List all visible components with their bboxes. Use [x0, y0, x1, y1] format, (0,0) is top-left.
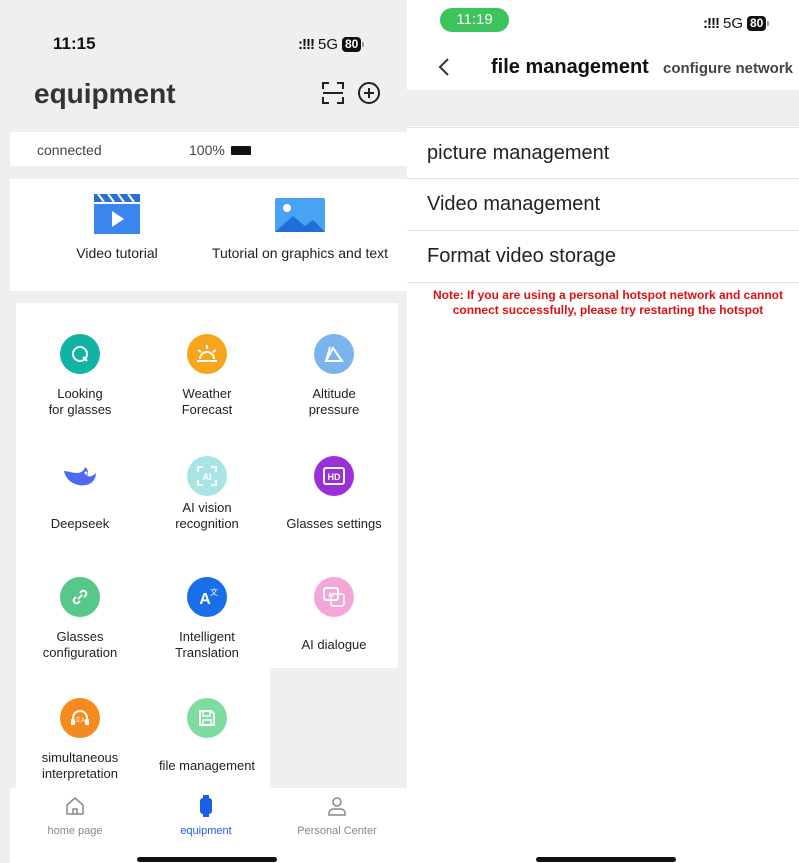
glasses-settings[interactable]: HD Glasses settings: [271, 456, 397, 532]
search-icon: [60, 334, 100, 374]
weather-forecast[interactable]: Weather Forecast: [144, 334, 270, 418]
section-spacer: [407, 90, 799, 126]
intelligent-translation-label: Intelligent Translation: [175, 629, 239, 660]
picture-management-item[interactable]: picture management: [407, 127, 799, 179]
intelligent-translation[interactable]: A文 Intelligent Translation: [144, 577, 270, 661]
page-title: file management: [491, 56, 649, 78]
file-management-screen: 11:19 :!!! 5G 80 file management configu…: [407, 0, 799, 863]
graphics-tutorial-label: Tutorial on graphics and text: [211, 245, 389, 261]
whale-icon: [60, 456, 100, 496]
file-management-label: file management: [158, 758, 256, 773]
glasses-configuration-label: Glasses configuration: [42, 629, 118, 660]
looking-for-glasses-label: Looking for glasses: [48, 386, 112, 417]
altitude-pressure-label: Altitude pressure: [308, 386, 360, 417]
svg-text:文: 文: [210, 587, 218, 597]
glasses-battery-pct: 100%: [189, 142, 225, 158]
ai-chat-icon: AI: [314, 577, 354, 617]
person-icon: [328, 797, 346, 816]
status-time: 11:15: [53, 34, 96, 53]
configure-network-button[interactable]: configure network: [663, 60, 793, 77]
add-icon[interactable]: [356, 80, 382, 106]
glasses-battery: 100%: [189, 142, 251, 158]
headset-icon: 文A: [60, 698, 100, 738]
looking-for-glasses[interactable]: Looking for glasses: [17, 334, 143, 418]
home-indicator: [137, 857, 277, 862]
tab-label: home page: [47, 825, 103, 837]
simultaneous-interpretation[interactable]: 文A simultaneous interpretation: [17, 698, 143, 782]
watch-icon: [200, 795, 212, 817]
glasses-configuration[interactable]: Glasses configuration: [17, 577, 143, 661]
ai-dialogue-label: AI dialogue: [301, 637, 367, 652]
weather-icon: [187, 334, 227, 374]
svg-text:文A: 文A: [75, 716, 85, 724]
scan-icon[interactable]: [320, 80, 346, 106]
status-time: 11:19: [440, 8, 509, 32]
svg-text:AI: AI: [328, 593, 334, 599]
menu-item-label: Video management: [427, 193, 601, 215]
status-bar: 11:19 :!!! 5G 80: [407, 0, 799, 60]
translate-icon: A文: [187, 577, 227, 617]
network-indicator: :!!! 5G 80: [298, 36, 365, 53]
battery-level: 80: [342, 37, 362, 52]
deepseek-label: Deepseek: [50, 516, 110, 531]
tab-equipment[interactable]: equipment: [141, 794, 271, 837]
network-indicator: :!!! 5G 80: [703, 15, 770, 32]
altitude-pressure[interactable]: Altitude pressure: [271, 334, 397, 418]
ai-dialogue[interactable]: AI AI dialogue: [271, 577, 397, 653]
graphics-tutorial[interactable]: Tutorial on graphics and text: [208, 192, 392, 261]
battery-level: 80: [747, 16, 767, 31]
network-type: 5G: [722, 15, 743, 32]
ai-vision-recognition[interactable]: AI AI vision recognition: [144, 456, 270, 532]
signal-icon: :!!!: [298, 36, 315, 53]
signal-icon: :!!!: [703, 15, 720, 32]
video-management-item[interactable]: Video management: [407, 179, 799, 231]
menu-item-label: picture management: [427, 142, 610, 164]
video-tutorial[interactable]: Video tutorial: [52, 192, 182, 261]
menu-item-label: Format video storage: [427, 245, 616, 267]
home-indicator: [536, 857, 676, 862]
battery-icon: 80: [747, 16, 770, 31]
equipment-screen: 11:15 :!!! 5G 80 equipment connected 100…: [0, 0, 407, 863]
deepseek[interactable]: Deepseek: [17, 456, 143, 532]
hotspot-note: Note: If you are using a personal hotspo…: [432, 288, 784, 317]
home-icon: [66, 797, 84, 815]
battery-icon: 80: [342, 37, 365, 52]
glasses-settings-label: Glasses settings: [286, 516, 382, 531]
file-management[interactable]: file management: [144, 698, 270, 774]
svg-text:HD: HD: [328, 472, 341, 482]
tab-home-page[interactable]: home page: [10, 794, 140, 837]
video-clapper-icon: [94, 193, 140, 234]
image-icon: [275, 198, 325, 232]
ai-scan-icon: AI: [187, 456, 227, 496]
grid-empty-space: [270, 668, 398, 788]
format-video-storage-item[interactable]: Format video storage: [407, 231, 799, 283]
network-type: 5G: [317, 36, 338, 53]
tab-label: equipment: [180, 825, 232, 837]
status-bar: 11:15 :!!! 5G 80: [0, 0, 407, 60]
ai-vision-recognition-label: AI vision recognition: [175, 500, 239, 531]
hd-icon: HD: [314, 456, 354, 496]
tab-label: Personal Center: [297, 825, 377, 837]
battery-icon: [230, 145, 251, 155]
back-button[interactable]: [437, 56, 451, 84]
chevron-left-icon: [438, 58, 449, 76]
save-icon: [187, 698, 227, 738]
video-tutorial-label: Video tutorial: [76, 245, 158, 261]
page-title: equipment: [34, 78, 176, 109]
connection-status: connected: [37, 142, 102, 158]
tab-personal-center[interactable]: Personal Center: [272, 794, 402, 837]
simultaneous-interpretation-label: simultaneous interpretation: [41, 750, 119, 781]
weather-forecast-label: Weather Forecast: [181, 386, 233, 417]
link-icon: [60, 577, 100, 617]
mountain-icon: [314, 334, 354, 374]
svg-text:AI: AI: [203, 472, 212, 482]
